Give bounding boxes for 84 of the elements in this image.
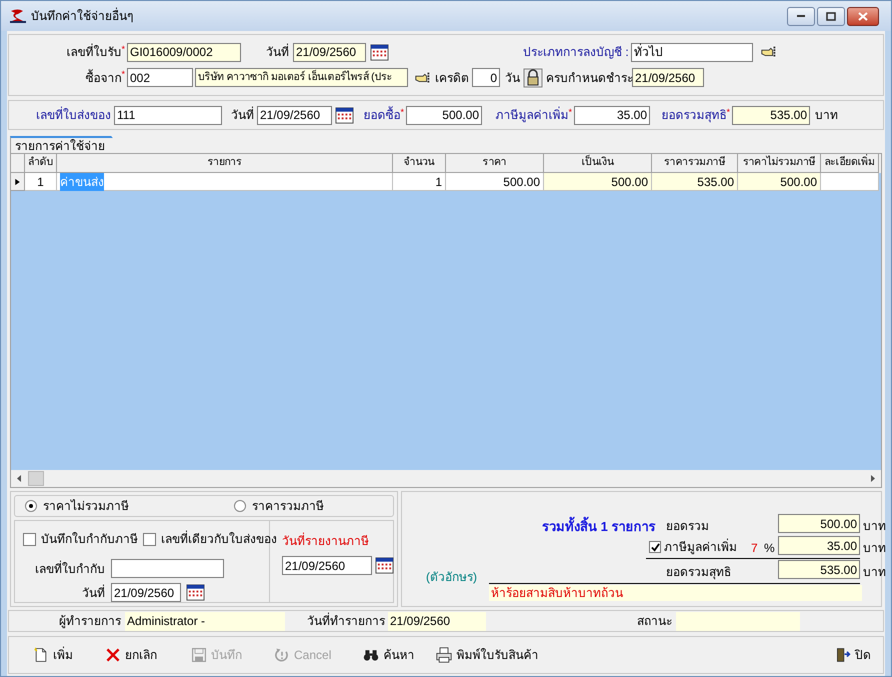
input-field[interactable]: 35.00: [574, 106, 650, 124]
padlock-icon[interactable]: [523, 68, 543, 88]
undo-arrow-icon: [274, 647, 290, 663]
field-label: เครดิต: [435, 70, 468, 86]
summary-label: ยอดรวมสุทธิ: [666, 564, 731, 581]
calendar-icon[interactable]: [370, 42, 389, 62]
field-label: วัน: [504, 70, 520, 86]
input-field: 535.00: [778, 560, 860, 579]
toolbar-button[interactable]: ค้นหา: [361, 646, 416, 664]
currency-label: บาท: [863, 564, 886, 581]
field-label: เลขที่ใบส่งของ: [35, 106, 111, 124]
calendar-icon[interactable]: [186, 583, 205, 602]
document-icon: [33, 647, 49, 663]
maximize-icon: [826, 12, 836, 20]
field-label: เลขที่ใบกำกับ: [35, 560, 105, 578]
table-cell: 535.00: [652, 173, 738, 191]
input-field[interactable]: ทั่วไป: [631, 42, 753, 62]
amount-words-label: (ตัวอักษร): [426, 569, 477, 586]
input-field[interactable]: 535.00: [732, 106, 810, 124]
input-field[interactable]: 21/09/2560: [111, 583, 181, 602]
printer-icon: [436, 647, 452, 663]
table-cell: 500.00: [544, 173, 652, 191]
checkmark-icon: [650, 542, 660, 552]
field-label: ยอดรวมสุทธิ$^{*}$: [660, 106, 730, 124]
maximize-button[interactable]: [817, 6, 845, 26]
input-field: 35.00: [778, 536, 860, 555]
table-cell: 1: [393, 173, 446, 191]
checkbox-option[interactable]: เลขที่เดียวกับใบส่งของ: [143, 530, 277, 548]
toolbar-button[interactable]: ปิด: [833, 646, 873, 664]
toolbar-button[interactable]: ยกเลิก: [103, 646, 159, 664]
input-field[interactable]: [111, 559, 224, 578]
field-label: ยอดซื้อ$^{*}$: [362, 106, 404, 124]
horizontal-scrollbar[interactable]: [11, 470, 881, 487]
field-label: ซื้อจาก$^{*}$: [84, 68, 125, 86]
input-field[interactable]: 002: [127, 68, 193, 87]
field-label: วันที่รายงานภาษี: [282, 532, 370, 550]
input-field[interactable]: GI016009/0002: [127, 42, 241, 62]
close-button[interactable]: [847, 6, 879, 26]
minimize-icon: [796, 14, 806, 18]
field-label: วันที่: [265, 43, 289, 61]
close-icon: [858, 12, 868, 20]
toolbar-button[interactable]: พิมพ์ใบรับสินค้า: [434, 646, 540, 664]
app-icon: [9, 8, 27, 24]
field-label: วันที่: [230, 106, 254, 124]
vat-rate: 7: [751, 540, 758, 557]
window-title: บันทึกค่าใช้จ่ายอื่นๆ: [31, 7, 133, 25]
toolbar-button[interactable]: เพิ่ม: [31, 646, 75, 664]
scroll-thumb[interactable]: [28, 471, 44, 486]
x-icon: [105, 647, 121, 663]
input-field[interactable]: 21/09/2560: [257, 106, 332, 124]
minimize-button[interactable]: [787, 6, 815, 26]
field-label: ครบกำหนดชำระ: [546, 70, 630, 86]
calendar-icon[interactable]: [335, 106, 354, 124]
field-label: ประเภทการลงบัญชี :: [523, 44, 628, 61]
table-cell: 500.00: [446, 173, 544, 191]
calendar-icon[interactable]: [375, 556, 394, 575]
table-cell: 1: [25, 173, 57, 191]
radio-option[interactable]: ราคาไม่รวมภาษี: [25, 497, 129, 515]
field-label: บาท: [814, 107, 838, 124]
field-label: วันที่: [81, 584, 105, 602]
input-field[interactable]: บริษัท คาวาซากิ มอเตอร์ เอ็นเตอร์ไพรส์ (ประ: [195, 68, 408, 87]
table-cell: ค่าขนส่ง: [57, 173, 393, 191]
summary-label: ยอดรวม: [666, 518, 709, 535]
input-field[interactable]: 0: [472, 68, 500, 87]
input-field[interactable]: 500.00: [406, 106, 482, 124]
radio-option[interactable]: ราคารวมภาษี: [234, 497, 324, 515]
door-exit-icon: [835, 647, 851, 663]
amount-in-words: ห้าร้อยสามสิบห้าบาทถ้วน: [489, 585, 862, 601]
input-field[interactable]: 111: [114, 106, 222, 124]
vat-checkbox[interactable]: ภาษีมูลค่าเพิ่ม: [649, 538, 737, 556]
field-label: เลขที่ใบรับ$^{*}$: [65, 43, 125, 61]
table-cell: [821, 173, 879, 191]
table-cell: 500.00: [738, 173, 821, 191]
input-field[interactable]: 21/09/2560: [282, 556, 372, 575]
input-field: 500.00: [778, 514, 860, 533]
percent-sign: %: [764, 540, 775, 557]
checkbox-option[interactable]: บันทึกใบกำกับภาษี: [23, 530, 138, 548]
input-field[interactable]: 21/09/2560: [293, 42, 366, 62]
input-field[interactable]: 21/09/2560: [632, 68, 704, 87]
item-count: รวมทั้งสิ้น 1 รายการ: [542, 517, 656, 536]
currency-label: บาท: [863, 540, 886, 557]
binoculars-icon: [363, 647, 380, 663]
field-label: ภาษีมูลค่าเพิ่ม$^{*}$: [494, 106, 572, 124]
currency-label: บาท: [863, 518, 886, 535]
